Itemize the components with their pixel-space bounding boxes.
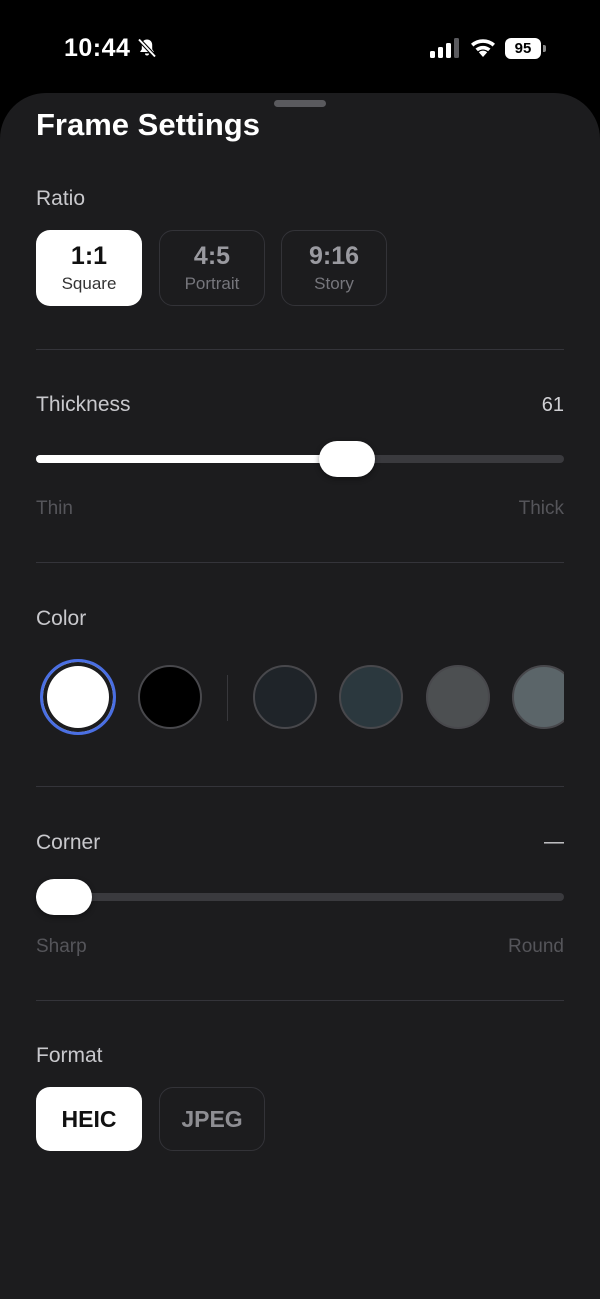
wifi-icon [471, 39, 495, 57]
ratio-option-portrait[interactable]: 4:5 Portrait [159, 230, 265, 306]
ratio-option-square[interactable]: 1:1 Square [36, 230, 142, 306]
color-swatch-blue-gray[interactable] [512, 665, 564, 729]
format-option-jpeg[interactable]: JPEG [159, 1087, 265, 1151]
cellular-signal-icon [430, 38, 459, 58]
color-swatch-white[interactable] [40, 659, 116, 735]
frame-settings-sheet: Frame Settings Ratio 1:1 Square 4:5 Port… [0, 93, 600, 1299]
color-swatch-slate[interactable] [339, 665, 403, 729]
ratio-option-value: 1:1 [70, 241, 108, 270]
ratio-option-story[interactable]: 9:16 Story [281, 230, 387, 306]
ratio-option-value: 9:16 [308, 241, 360, 270]
corner-min-label: Sharp [36, 936, 87, 957]
corner-slider[interactable] [36, 879, 564, 915]
color-separator [227, 675, 228, 721]
corner-value: — [544, 831, 564, 853]
battery-icon: 95 [505, 38, 547, 59]
sheet-title: Frame Settings [36, 107, 260, 142]
color-swatch-gray[interactable] [426, 665, 490, 729]
thickness-slider[interactable] [36, 441, 564, 477]
section-divider [36, 562, 564, 563]
section-divider [36, 786, 564, 787]
corner-slider-thumb[interactable] [36, 879, 92, 915]
status-time: 10:44 [64, 34, 131, 62]
battery-level: 95 [505, 38, 541, 59]
section-divider [36, 349, 564, 350]
bell-slash-icon [137, 38, 157, 58]
ratio-option-label: Square [61, 273, 117, 293]
color-swatch-charcoal[interactable] [253, 665, 317, 729]
ratio-option-value: 4:5 [193, 241, 231, 270]
color-swatch-scroll[interactable] [240, 653, 564, 743]
ratio-option-label: Portrait [184, 273, 240, 293]
color-swatch-black[interactable] [138, 665, 202, 729]
screen: 10:44 95 Frame Settings Ratio 1:1 Square… [0, 0, 600, 1299]
status-bar: 10:44 95 [0, 0, 600, 95]
thickness-slider-thumb[interactable] [319, 441, 376, 477]
battery-tip [543, 45, 546, 52]
thickness-value: 61 [541, 394, 564, 416]
section-divider [36, 1000, 564, 1001]
ratio-label: Ratio [36, 187, 86, 210]
thickness-max-label: Thick [518, 498, 564, 519]
corner-max-label: Round [508, 936, 564, 957]
sheet-grabber[interactable] [274, 100, 326, 107]
format-option-heic[interactable]: HEIC [36, 1087, 142, 1151]
thickness-label: Thickness [36, 393, 131, 416]
ratio-option-label: Story [314, 273, 354, 293]
thickness-min-label: Thin [36, 498, 73, 519]
color-label: Color [36, 607, 87, 630]
corner-label: Corner [36, 831, 101, 854]
format-label: Format [36, 1044, 103, 1067]
thickness-slider-fill [36, 455, 348, 463]
